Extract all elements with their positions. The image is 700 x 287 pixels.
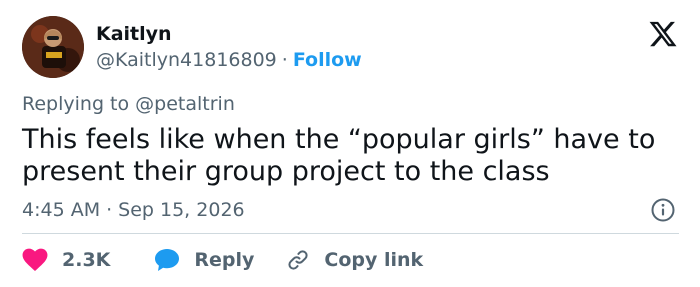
tweet-text: This feels like when the “popular girls”… — [22, 124, 656, 187]
link-icon — [288, 250, 308, 270]
tweet-date: Sep 15, 2026 — [118, 199, 245, 221]
avatar-image — [22, 16, 84, 78]
reply-context: Replying to @petaltrin — [22, 92, 235, 116]
divider — [22, 233, 679, 234]
avatar[interactable] — [22, 16, 84, 78]
follow-button[interactable]: Follow — [293, 49, 362, 71]
action-bar: 2.3K Reply Copy link — [22, 246, 423, 274]
reply-button[interactable]: Reply — [154, 248, 254, 272]
speech-bubble-icon — [155, 249, 180, 271]
reply-label: Reply — [194, 249, 255, 271]
time-separator: · — [106, 199, 113, 221]
like-count: 2.3K — [62, 249, 111, 271]
like-button[interactable]: 2.3K — [22, 248, 110, 272]
info-icon[interactable] — [650, 197, 676, 223]
tweet-time: 4:45 AM — [22, 199, 101, 221]
reply-prefix: Replying to — [22, 93, 130, 115]
author-name[interactable]: Kaitlyn — [96, 22, 172, 46]
copy-link-button[interactable]: Copy link — [286, 248, 423, 272]
reply-mention[interactable]: @petaltrin — [135, 93, 235, 115]
author-meta: @Kaitlyn41816809 · Follow — [96, 48, 362, 72]
handle-separator: · — [281, 49, 288, 71]
x-logo-icon[interactable] — [648, 19, 678, 49]
heart-icon — [22, 248, 48, 272]
tweet-card: Kaitlyn @Kaitlyn41816809 · Follow Replying… — [0, 0, 700, 287]
author-handle[interactable]: @Kaitlyn41816809 — [96, 49, 277, 71]
copy-link-label: Copy link — [324, 249, 424, 271]
tweet-timestamp[interactable]: 4:45 AM · Sep 15, 2026 — [22, 198, 245, 222]
